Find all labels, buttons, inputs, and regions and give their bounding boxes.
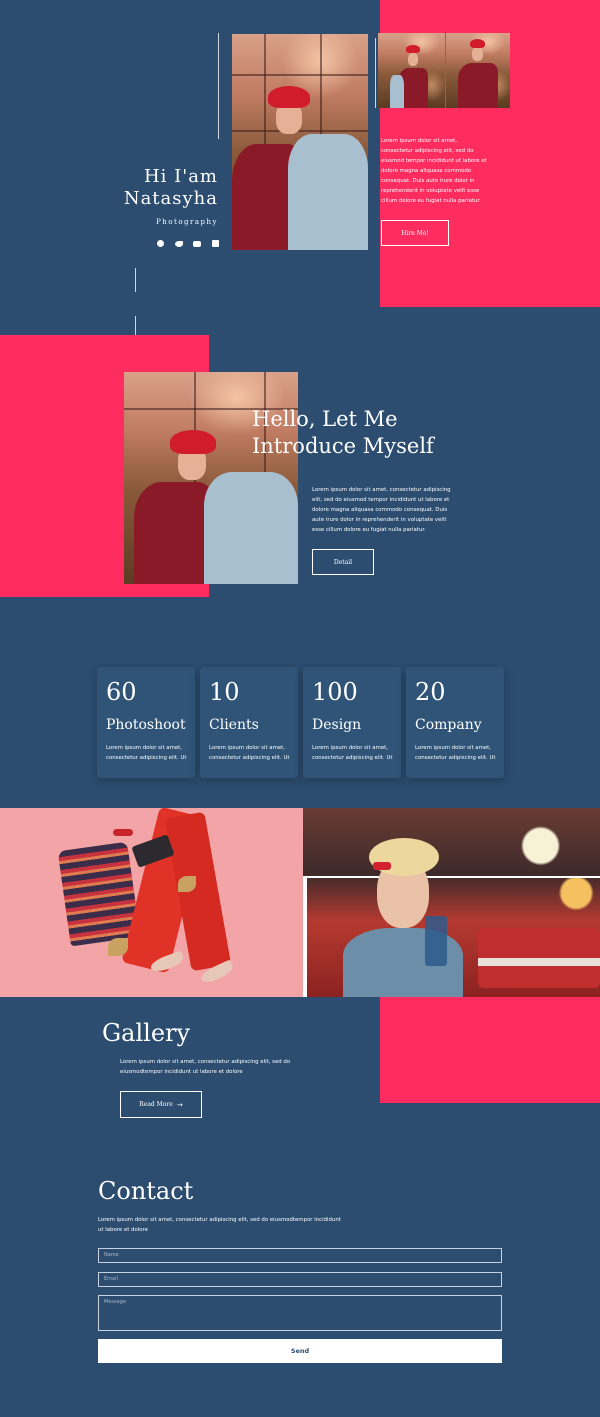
about-photo [124, 372, 298, 584]
gallery-photo-flatlay [0, 808, 303, 997]
hero-role: Photography [156, 218, 218, 226]
about-title-line2: Introduce Myself [252, 434, 434, 458]
stat-label: Design [312, 717, 362, 733]
social-links [157, 239, 219, 248]
hero-divider-bottom [135, 268, 136, 292]
name-field[interactable]: Name [98, 1248, 502, 1263]
stat-label: Clients [209, 717, 259, 733]
stat-number: 20 [415, 678, 446, 706]
message-field[interactable]: Message [98, 1295, 502, 1331]
gallery-title: Gallery [102, 1019, 191, 1047]
twitter-icon[interactable] [174, 240, 183, 247]
stat-text: Lorem ipsum dolor sit amet, consectetur … [312, 745, 393, 761]
gallery-photo-diner [303, 808, 600, 997]
hire-me-button[interactable]: Hire Me! [381, 220, 449, 246]
youtube-icon[interactable] [193, 240, 202, 247]
facebook-icon[interactable] [157, 240, 164, 247]
hero-name: Natasyha [123, 188, 218, 209]
read-more-button[interactable]: Read More → [120, 1091, 202, 1118]
stat-card-photoshoot: 60 Photoshoot Lorem ipsum dolor sit amet… [97, 667, 195, 778]
stat-text: Lorem ipsum dolor sit amet, consectetur … [209, 745, 290, 761]
hero-divider-top [218, 33, 219, 139]
hero-intro-text: Lorem ipsum dolor sit amet, consectetur … [381, 138, 487, 204]
hero-photo [232, 34, 368, 250]
email-field[interactable]: Email [98, 1272, 502, 1287]
about-title-line1: Hello, Let Me [252, 407, 398, 431]
stat-number: 10 [209, 678, 240, 706]
linkedin-icon[interactable] [211, 240, 219, 247]
stat-label: Photoshoot [106, 717, 186, 733]
stat-label: Company [415, 717, 482, 733]
stat-card-design: 100 Design Lorem ipsum dolor sit amet, c… [303, 667, 401, 778]
contact-title: Contact [98, 1177, 194, 1205]
send-button[interactable]: Send [98, 1339, 502, 1363]
arrow-right-icon: → [176, 1100, 183, 1109]
hero-greeting: Hi I'am [143, 166, 218, 187]
about-text: Lorem ipsum dolor sit amet, consectetur … [312, 487, 451, 533]
hero-thumb-divider [375, 38, 376, 108]
stat-card-company: 20 Company Lorem ipsum dolor sit amet, c… [406, 667, 504, 778]
hero-thumb-2 [446, 33, 510, 108]
gallery-text: Lorem ipsum dolor sit amet, consectetur … [120, 1059, 291, 1075]
about-divider [135, 316, 136, 336]
stat-text: Lorem ipsum dolor sit amet, consectetur … [106, 745, 187, 761]
contact-text: Lorem ipsum dolor sit amet, consectetur … [98, 1217, 341, 1233]
stat-number: 60 [106, 678, 137, 706]
stat-number: 100 [312, 678, 358, 706]
diner-frame-line [303, 876, 600, 878]
detail-button[interactable]: Detail [312, 549, 374, 575]
stat-text: Lorem ipsum dolor sit amet, consectetur … [415, 745, 496, 761]
stat-card-clients: 10 Clients Lorem ipsum dolor sit amet, c… [200, 667, 298, 778]
hero-thumb-1 [378, 33, 445, 108]
read-more-label: Read More [139, 1101, 173, 1108]
gallery-accent-panel [380, 997, 600, 1103]
